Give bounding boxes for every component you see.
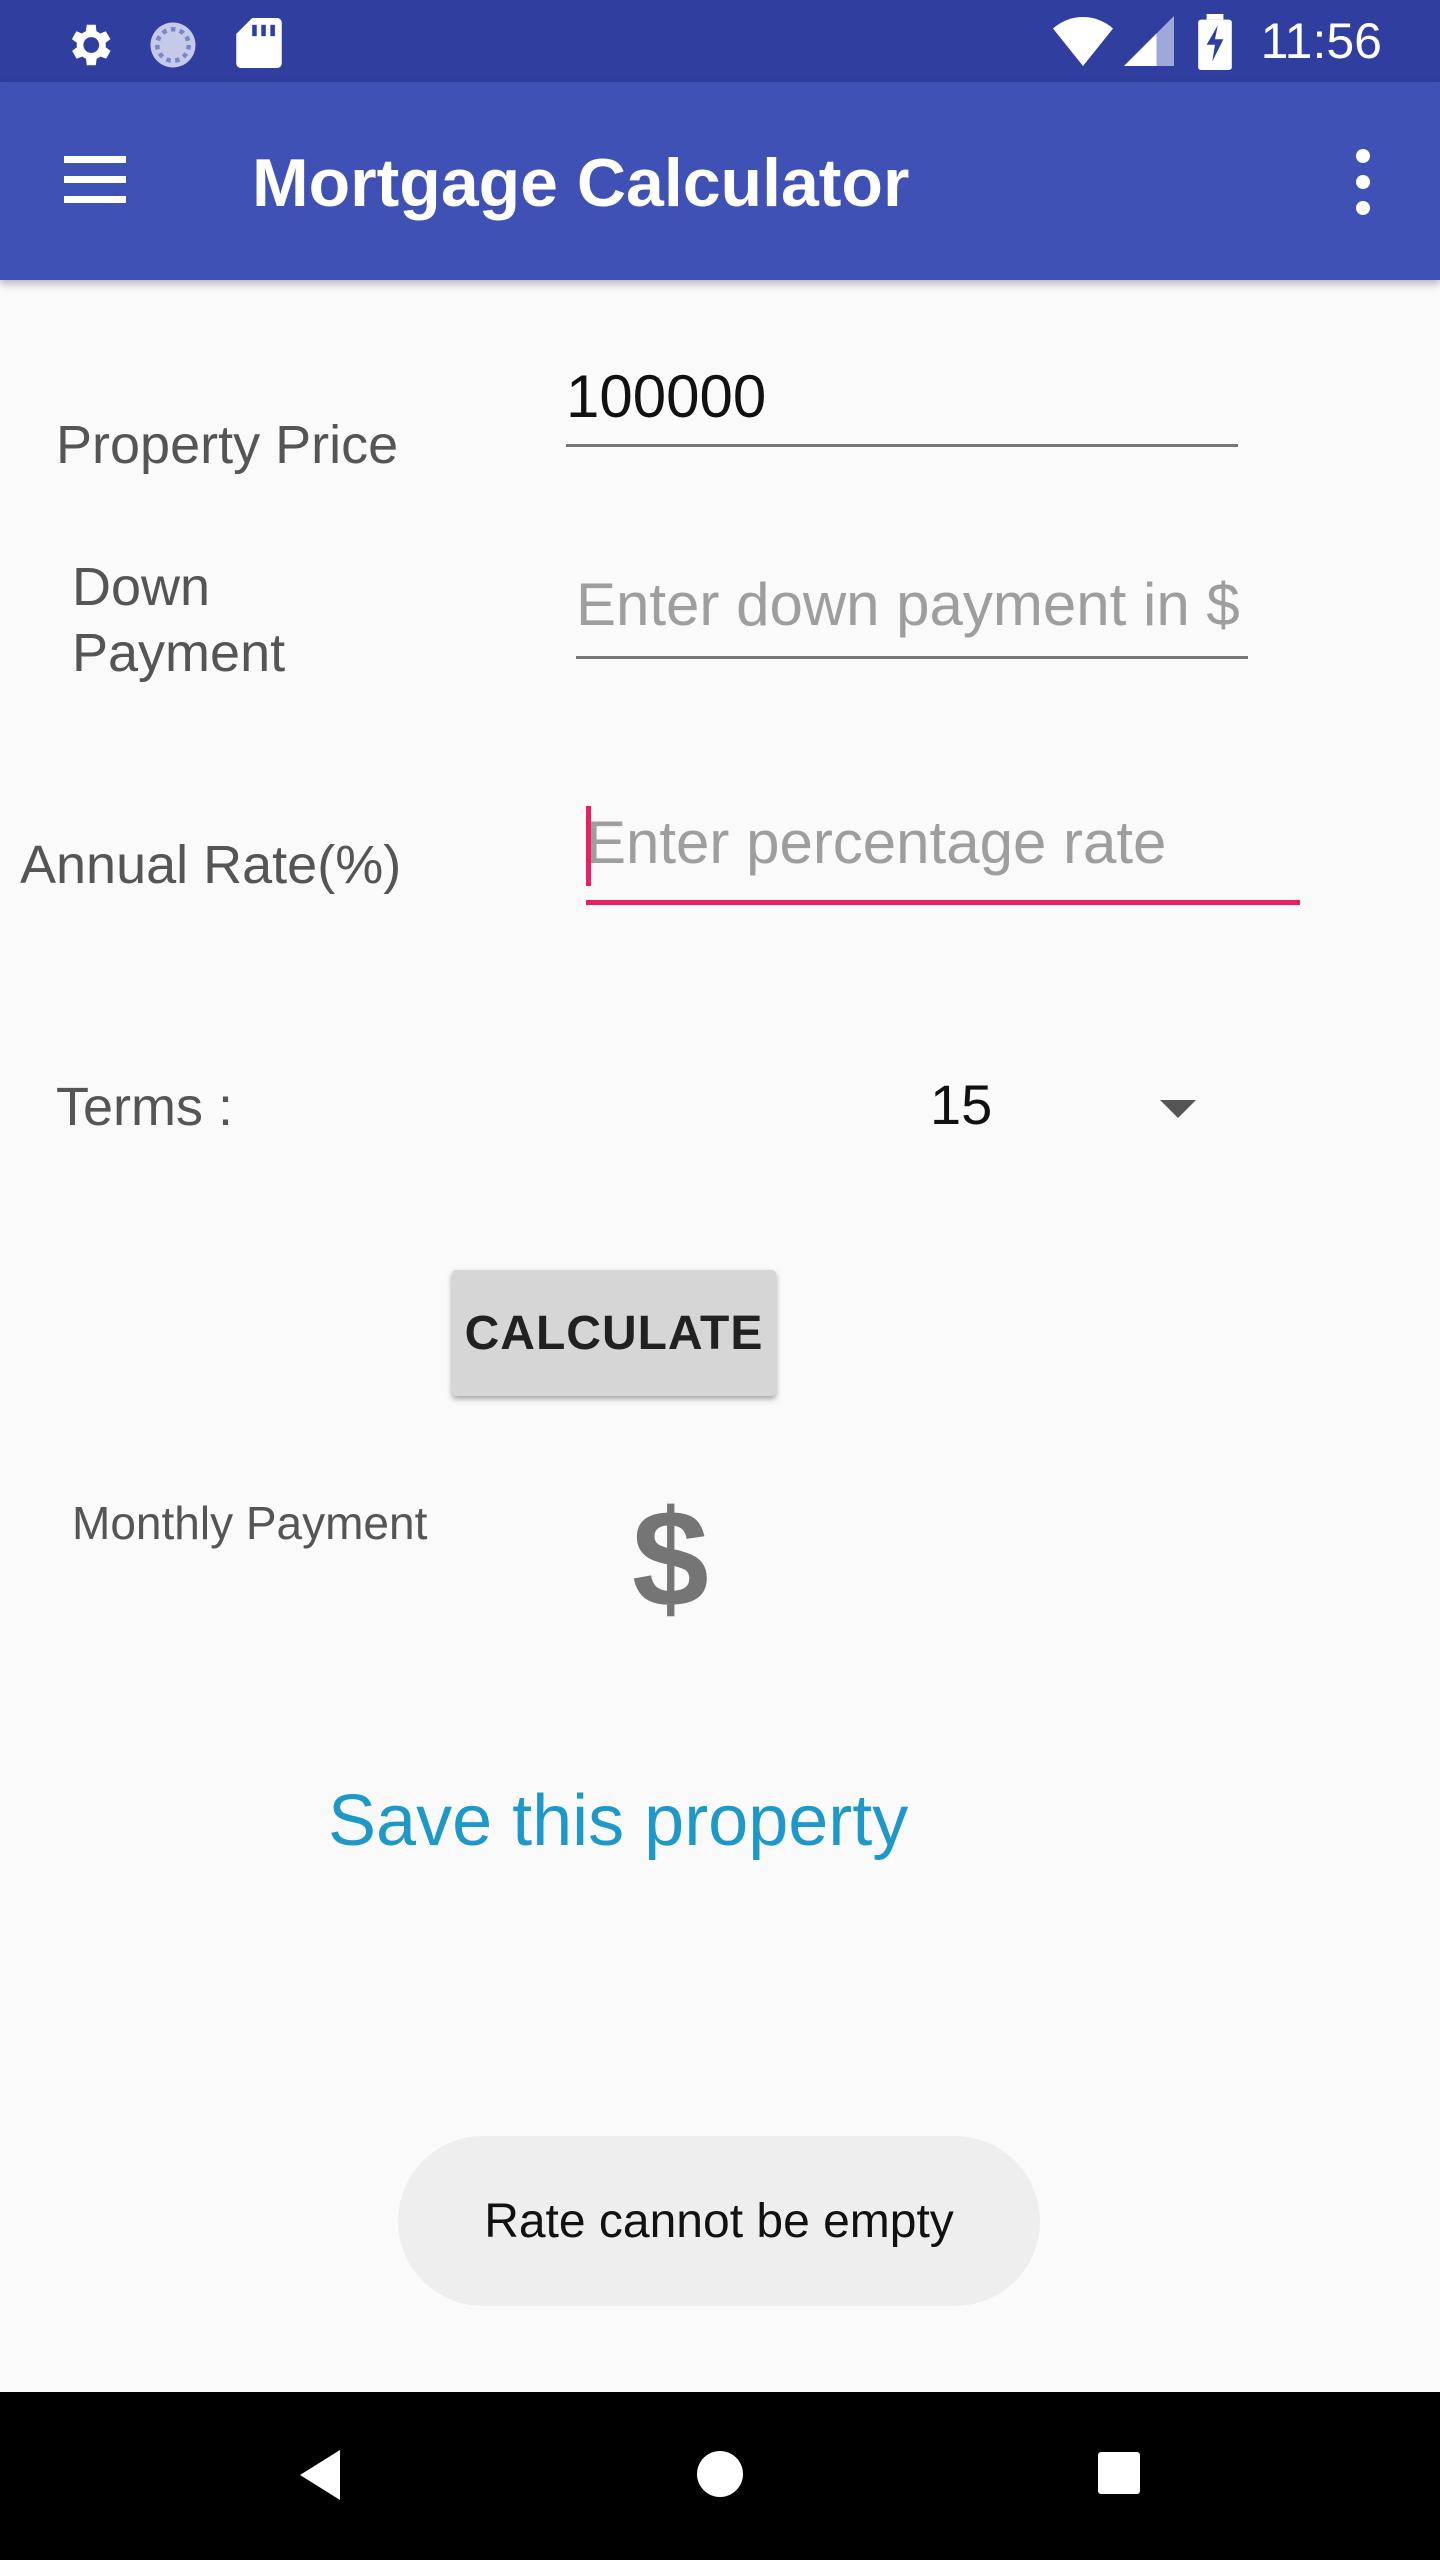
app-title: Mortgage Calculator <box>252 145 910 221</box>
annual-rate-input[interactable] <box>586 800 1300 877</box>
monthly-payment-value: $ <box>632 1482 709 1636</box>
terms-label: Terms : <box>56 1077 234 1137</box>
wifi-icon <box>1053 17 1113 66</box>
save-property-link[interactable]: Save this property <box>328 1780 908 1862</box>
cell-signal-icon <box>1124 16 1174 66</box>
hamburger-menu-icon[interactable] <box>60 148 134 212</box>
gear-icon <box>71 24 111 66</box>
toast-message: Rate cannot be empty <box>398 2136 1040 2306</box>
down-payment-label-line2: Payment <box>72 623 286 683</box>
calculate-button[interactable]: CALCULATE <box>452 1270 776 1396</box>
text-cursor <box>586 806 591 886</box>
down-payment-input[interactable] <box>576 570 1248 639</box>
home-icon[interactable] <box>694 2448 746 2500</box>
recents-icon[interactable] <box>1096 2450 1142 2496</box>
annual-rate-field[interactable] <box>586 800 1300 905</box>
dropdown-arrow-icon <box>1160 1100 1196 1118</box>
property-price-input[interactable] <box>566 362 1238 431</box>
app-bar: Mortgage Calculator <box>0 82 1440 280</box>
sd-card-icon <box>236 18 282 68</box>
down-payment-field[interactable] <box>576 570 1248 659</box>
terms-selected-value: 15 <box>930 1073 993 1136</box>
annual-rate-label: Annual Rate(%) <box>20 835 402 895</box>
navigation-bar <box>0 2392 1440 2560</box>
property-price-field[interactable] <box>566 362 1238 447</box>
terms-dropdown[interactable]: 15 <box>920 1060 1220 1160</box>
monthly-payment-label: Monthly Payment <box>72 1497 428 1549</box>
back-icon[interactable] <box>296 2446 344 2504</box>
status-bar: 11:56 <box>0 0 1440 82</box>
property-price-label: Property Price <box>56 415 399 475</box>
battery-charging-icon <box>1198 14 1232 70</box>
sync-icon <box>150 22 196 68</box>
status-time: 11:56 <box>1260 13 1382 69</box>
more-options-icon[interactable] <box>1346 142 1380 222</box>
down-payment-label-line1: Down <box>72 557 211 617</box>
